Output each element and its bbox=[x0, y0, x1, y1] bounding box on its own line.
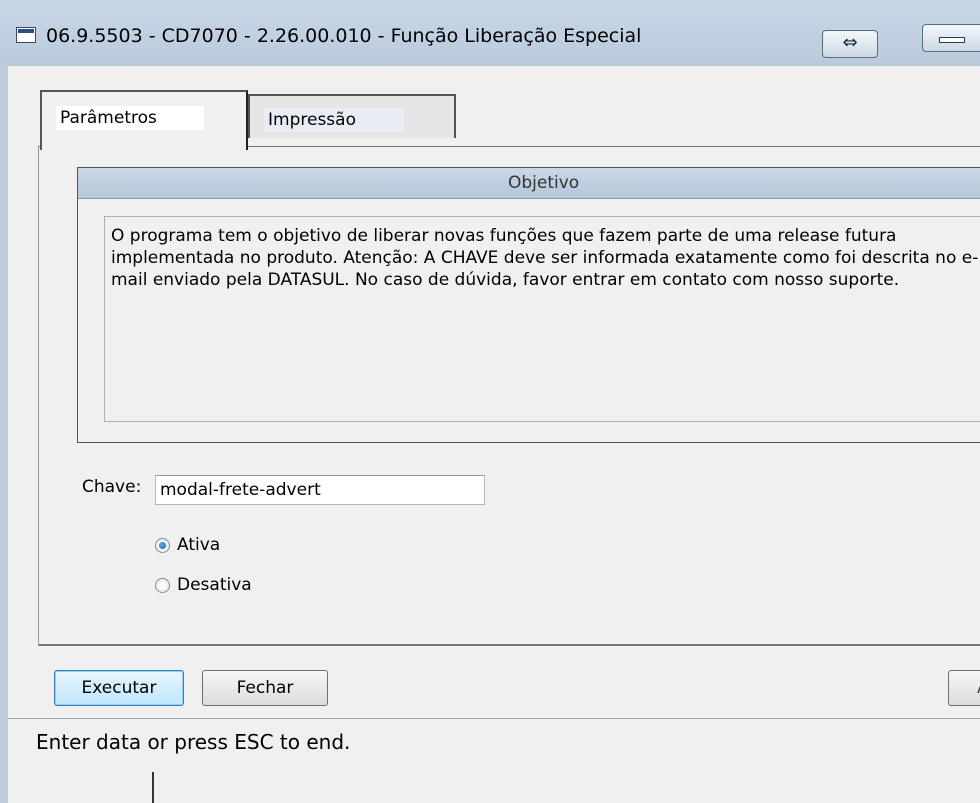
radio-ativa-label[interactable]: Ativa bbox=[177, 535, 220, 555]
window-app-icon[interactable] bbox=[16, 27, 36, 43]
minimize-button[interactable] bbox=[922, 24, 980, 52]
tab-page-parametros: Objetivo O programa tem o objetivo de li… bbox=[38, 146, 980, 646]
objetivo-header-label: Objetivo bbox=[508, 173, 580, 193]
chave-input[interactable] bbox=[155, 475, 485, 505]
status-bar: Enter data or press ESC to end. bbox=[8, 718, 980, 765]
objetivo-header: Objetivo bbox=[78, 168, 980, 199]
title-bar[interactable]: 06.9.5503 - CD7070 - 2.26.00.010 - Funçã… bbox=[0, 0, 980, 66]
tab-impressao[interactable]: Impressão bbox=[248, 94, 456, 138]
fechar-button[interactable]: Fechar bbox=[202, 670, 328, 706]
app-window: 06.9.5503 - CD7070 - 2.26.00.010 - Funçã… bbox=[0, 0, 980, 803]
objetivo-text: O programa tem o objetivo de liberar nov… bbox=[104, 216, 980, 422]
ajuda-button[interactable]: A bbox=[948, 670, 980, 706]
status-text: Enter data or press ESC to end. bbox=[36, 730, 351, 754]
tab-parametros-label: Parâmetros bbox=[56, 106, 204, 130]
radio-desativa-button[interactable] bbox=[155, 578, 170, 593]
radio-ativa-button[interactable] bbox=[155, 538, 170, 553]
objetivo-group: Objetivo O programa tem o objetivo de li… bbox=[77, 167, 980, 443]
button-bar: Executar Fechar A bbox=[8, 656, 980, 714]
executar-button[interactable]: Executar bbox=[54, 670, 184, 706]
radio-desativa-label[interactable]: Desativa bbox=[177, 575, 252, 595]
tab-parametros[interactable]: Parâmetros bbox=[40, 90, 248, 150]
bottom-strip bbox=[8, 764, 980, 803]
tab-impressao-label: Impressão bbox=[264, 108, 404, 132]
client-area: Parâmetros Impressão Objetivo O programa… bbox=[8, 66, 980, 803]
window-title: 06.9.5503 - CD7070 - 2.26.00.010 - Funçã… bbox=[46, 25, 642, 47]
restore-button[interactable]: ⇔ bbox=[822, 30, 878, 58]
chave-label: Chave: bbox=[82, 477, 142, 497]
